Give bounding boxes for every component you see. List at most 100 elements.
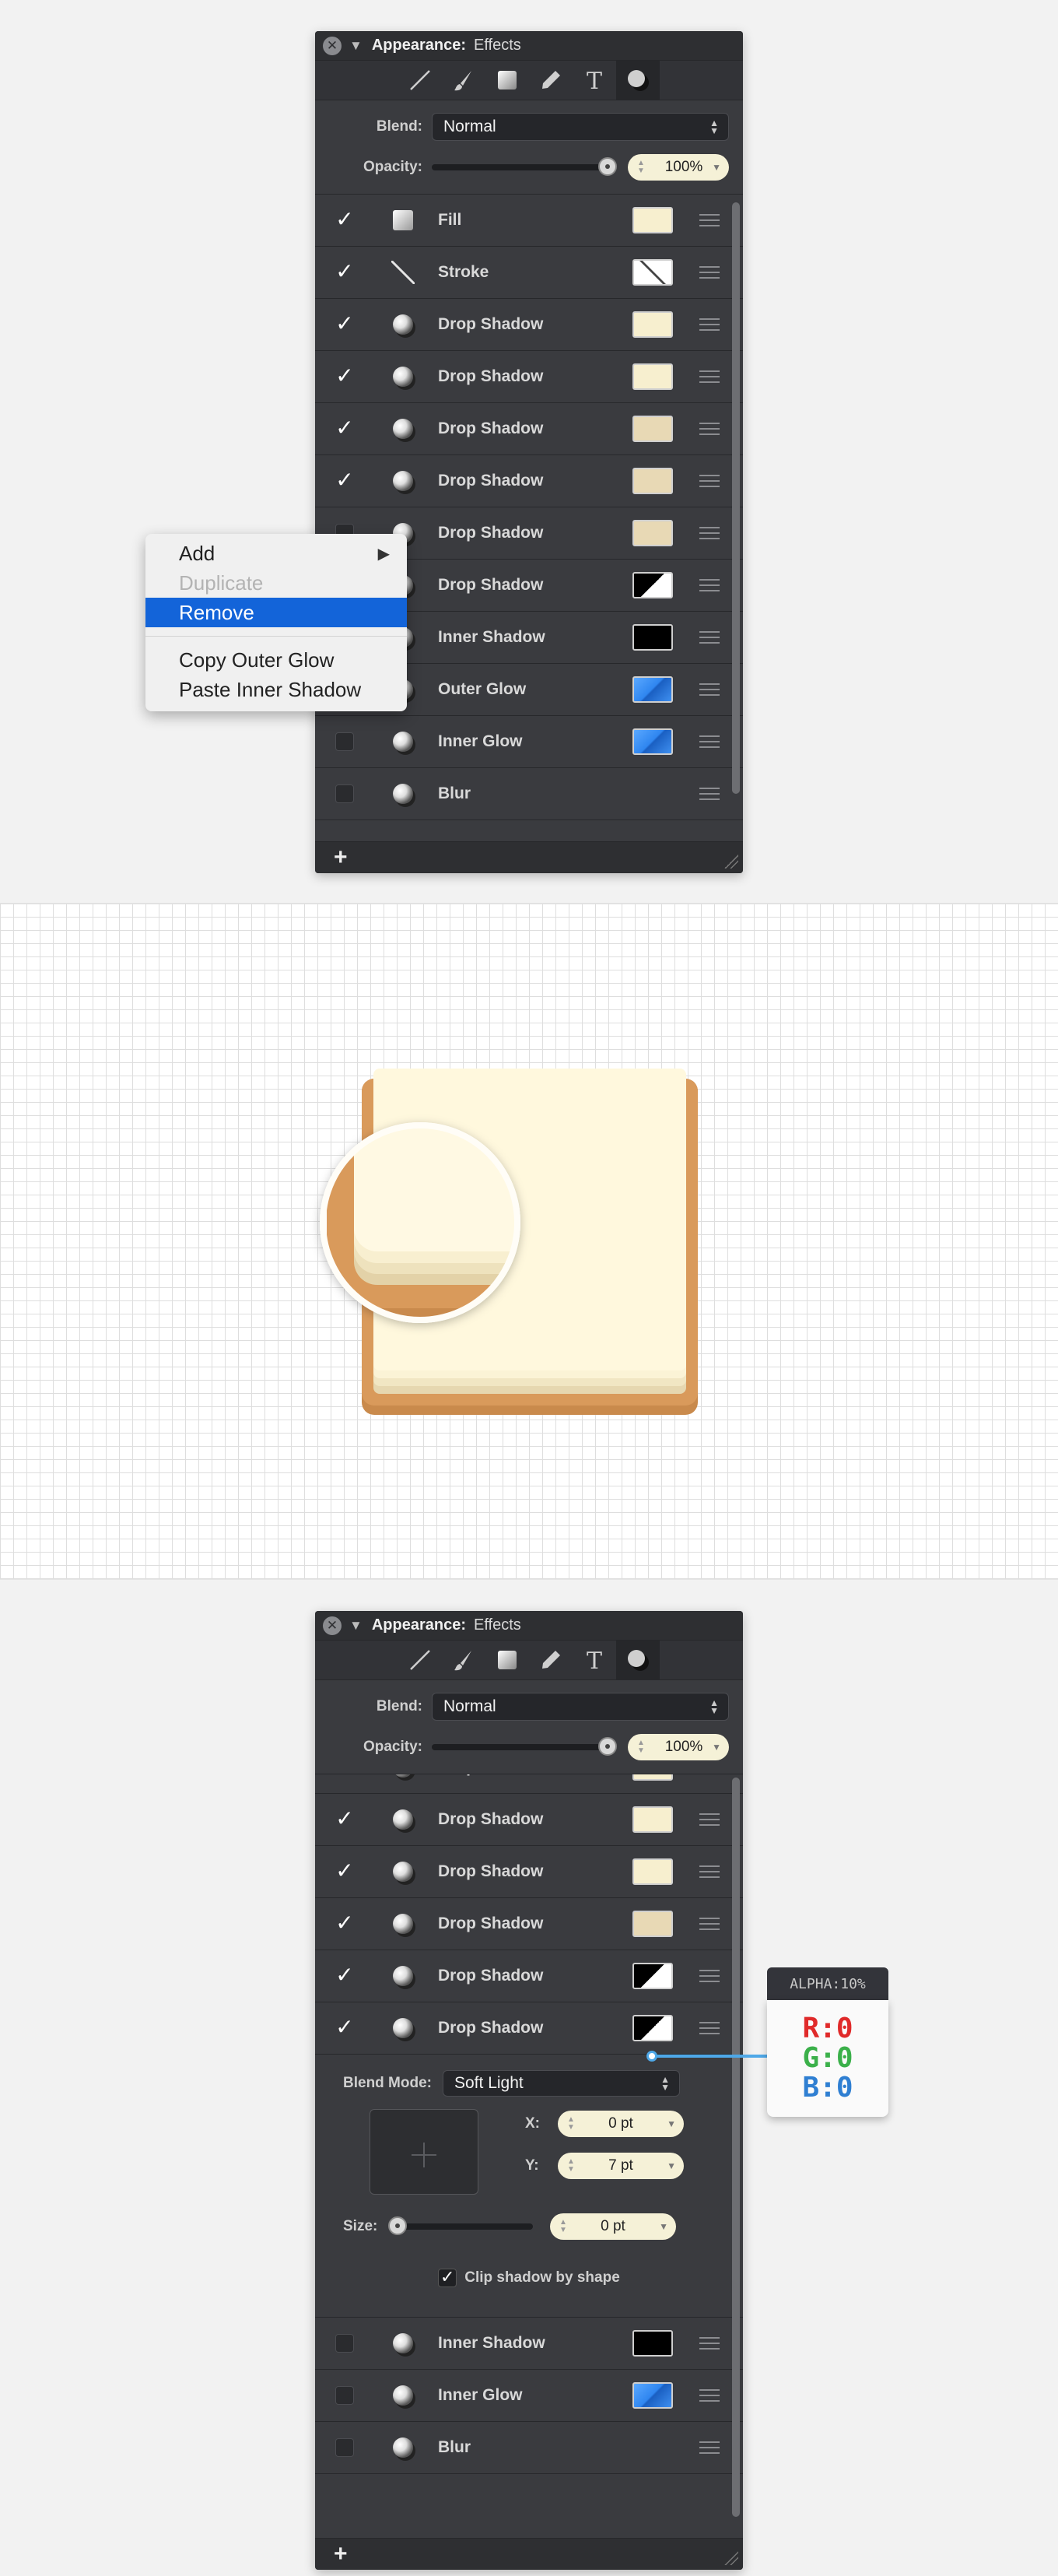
color-swatch[interactable] bbox=[632, 624, 673, 651]
effect-row[interactable]: ✓ Drop Shadow bbox=[315, 403, 743, 455]
size-field[interactable]: ▲ ▼ 0 pt ▼ bbox=[550, 2213, 676, 2240]
stepper-icon[interactable]: ▲ ▼ bbox=[567, 2116, 575, 2132]
line-tool-icon[interactable] bbox=[398, 61, 442, 100]
text-tool-icon[interactable]: T bbox=[573, 61, 616, 100]
drag-handle-icon[interactable] bbox=[699, 210, 720, 230]
opacity-slider-knob[interactable] bbox=[598, 157, 617, 176]
menu-item-remove[interactable]: Remove bbox=[145, 598, 407, 627]
color-swatch[interactable] bbox=[632, 363, 673, 390]
menu-item-add[interactable]: Add ▶ bbox=[145, 539, 407, 568]
effect-checkbox[interactable] bbox=[335, 2438, 354, 2457]
blend-select[interactable]: Normal ▲ ▼ bbox=[432, 113, 729, 141]
clip-row[interactable]: ✓ Clip shadow by shape bbox=[315, 2257, 743, 2299]
drag-handle-icon[interactable] bbox=[699, 2333, 720, 2353]
drag-handle-icon[interactable] bbox=[699, 679, 720, 700]
scrollbar[interactable] bbox=[732, 202, 740, 794]
effect-checkbox[interactable]: ✓ bbox=[335, 1808, 354, 1830]
drag-handle-icon[interactable] bbox=[699, 627, 720, 648]
effect-row[interactable]: ✓ Drop Shadow bbox=[315, 351, 743, 403]
effect-row[interactable]: ✓ Drop Shadow bbox=[315, 2002, 743, 2055]
collapse-triangle-icon[interactable]: ▼ bbox=[349, 1618, 363, 1634]
drag-handle-icon[interactable] bbox=[699, 575, 720, 595]
effect-checkbox[interactable]: ✓ bbox=[335, 417, 354, 439]
color-swatch[interactable] bbox=[632, 1806, 673, 1833]
color-swatch[interactable] bbox=[632, 1774, 673, 1781]
color-swatch[interactable] bbox=[632, 259, 673, 286]
color-swatch[interactable] bbox=[632, 676, 673, 703]
add-effect-button[interactable]: + bbox=[334, 844, 348, 871]
drag-handle-icon[interactable] bbox=[699, 471, 720, 491]
effect-row[interactable]: ✓ Drop Shadow bbox=[315, 1846, 743, 1898]
color-swatch[interactable] bbox=[632, 1963, 673, 1989]
effect-row[interactable]: ✓ Drop Shadow bbox=[315, 299, 743, 351]
y-field[interactable]: ▲ ▼ 7 pt ▼ bbox=[558, 2153, 684, 2179]
effect-checkbox[interactable]: ✓ bbox=[335, 261, 354, 283]
text-tool-icon[interactable]: T bbox=[573, 1641, 616, 1679]
color-swatch[interactable] bbox=[632, 1911, 673, 1937]
fill-tool-icon[interactable] bbox=[485, 61, 529, 100]
effect-row[interactable]: Inner Glow bbox=[315, 2370, 743, 2422]
drag-handle-icon[interactable] bbox=[699, 419, 720, 439]
effect-row[interactable]: Blur bbox=[315, 768, 743, 820]
effect-checkbox[interactable]: ✓ bbox=[335, 1774, 354, 1778]
add-effect-button[interactable]: + bbox=[334, 2541, 348, 2567]
effect-checkbox[interactable]: ✓ bbox=[335, 469, 354, 491]
color-swatch[interactable] bbox=[632, 311, 673, 338]
drag-handle-icon[interactable] bbox=[699, 784, 720, 804]
opacity-slider[interactable] bbox=[432, 157, 617, 176]
color-swatch[interactable] bbox=[632, 1858, 673, 1885]
chevron-down-icon[interactable]: ▼ bbox=[712, 162, 721, 173]
fill-tool-icon[interactable] bbox=[485, 1641, 529, 1679]
opacity-field[interactable]: ▲ ▼ 100% ▼ bbox=[628, 1734, 729, 1760]
x-field[interactable]: ▲ ▼ 0 pt ▼ bbox=[558, 2111, 684, 2137]
stepper-icon[interactable]: ▲ ▼ bbox=[637, 1739, 645, 1755]
color-swatch[interactable] bbox=[632, 572, 673, 598]
effect-row[interactable]: ✓ Drop Shadow bbox=[315, 1774, 743, 1794]
chevron-down-icon[interactable]: ▼ bbox=[712, 1742, 721, 1753]
drag-handle-icon[interactable] bbox=[699, 1966, 720, 1986]
effect-row[interactable]: Blur bbox=[315, 2422, 743, 2474]
line-tool-icon[interactable] bbox=[398, 1641, 442, 1679]
drag-handle-icon[interactable] bbox=[699, 262, 720, 283]
opacity-slider[interactable] bbox=[432, 1737, 617, 1756]
scrollbar[interactable] bbox=[732, 1778, 740, 2517]
drag-handle-icon[interactable] bbox=[699, 314, 720, 335]
color-swatch[interactable] bbox=[632, 416, 673, 442]
effect-checkbox[interactable] bbox=[335, 732, 354, 751]
color-swatch[interactable] bbox=[632, 2330, 673, 2357]
effect-checkbox[interactable]: ✓ bbox=[335, 1912, 354, 1934]
brush-tool-icon[interactable] bbox=[442, 1641, 485, 1679]
effect-checkbox[interactable] bbox=[335, 784, 354, 803]
close-icon[interactable]: ✕ bbox=[323, 1616, 342, 1635]
resize-grip-icon[interactable] bbox=[724, 855, 738, 869]
effect-row[interactable]: ✓ Drop Shadow bbox=[315, 1898, 743, 1950]
drag-handle-icon[interactable] bbox=[699, 2437, 720, 2458]
drag-handle-icon[interactable] bbox=[699, 1862, 720, 1882]
effect-checkbox[interactable]: ✓ bbox=[335, 313, 354, 335]
effect-row[interactable]: Inner Glow bbox=[315, 716, 743, 768]
chevron-down-icon[interactable]: ▼ bbox=[659, 2221, 668, 2232]
color-swatch[interactable] bbox=[632, 520, 673, 546]
stepper-icon[interactable]: ▲ ▼ bbox=[567, 2158, 575, 2174]
drag-handle-icon[interactable] bbox=[699, 1914, 720, 1934]
close-icon[interactable]: ✕ bbox=[323, 36, 342, 55]
effect-row[interactable]: Inner Shadow bbox=[315, 2318, 743, 2370]
drag-handle-icon[interactable] bbox=[699, 1809, 720, 1830]
stepper-icon[interactable]: ▲ ▼ bbox=[559, 2219, 567, 2234]
effect-row[interactable]: ✓ Drop Shadow bbox=[315, 1950, 743, 2002]
chevron-down-icon[interactable]: ▼ bbox=[667, 2118, 676, 2129]
pen-tool-icon[interactable] bbox=[529, 61, 573, 100]
color-swatch[interactable] bbox=[632, 468, 673, 494]
drag-handle-icon[interactable] bbox=[699, 2385, 720, 2406]
effect-checkbox[interactable]: ✓ bbox=[335, 2016, 354, 2038]
collapse-triangle-icon[interactable]: ▼ bbox=[349, 38, 363, 54]
effect-checkbox[interactable]: ✓ bbox=[335, 365, 354, 387]
drag-handle-icon[interactable] bbox=[699, 732, 720, 752]
effect-checkbox[interactable]: ✓ bbox=[335, 209, 354, 230]
menu-item-paste-inner-shadow[interactable]: Paste Inner Shadow bbox=[145, 675, 407, 704]
color-swatch[interactable] bbox=[632, 2382, 673, 2409]
color-swatch[interactable] bbox=[632, 207, 673, 233]
effect-checkbox[interactable]: ✓ bbox=[335, 1964, 354, 1986]
opacity-slider-knob[interactable] bbox=[598, 1737, 617, 1756]
effect-row[interactable]: ✓ Stroke bbox=[315, 247, 743, 299]
